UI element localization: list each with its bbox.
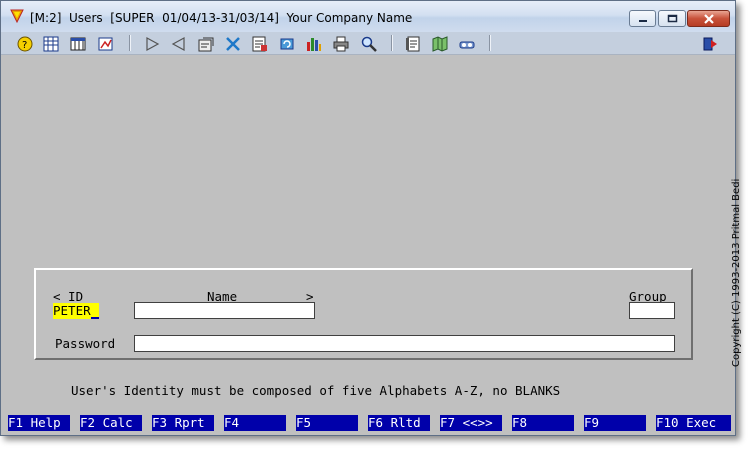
id-column-header: < ID (53, 289, 84, 304)
toolbar-separator (129, 35, 131, 51)
print-button[interactable] (332, 35, 350, 52)
copyright-text: Copyright (C) 1993-2013 Pritmal Bedi (731, 178, 742, 367)
refresh-icon (280, 38, 294, 49)
f10-execute-key[interactable]: F10 Exec (656, 415, 731, 431)
settings-icon (459, 41, 475, 48)
grid-icon (43, 36, 59, 51)
minimize-button[interactable] (629, 10, 656, 27)
status-message: User's Identity must be composed of five… (71, 383, 561, 398)
close-icon (703, 13, 714, 24)
table-button[interactable] (69, 35, 87, 52)
name-field[interactable] (134, 302, 315, 319)
tools-icon (226, 36, 240, 51)
window-title: [M:2] Users [SUPER 01/04/13-31/03/14] Yo… (30, 11, 413, 25)
help-button[interactable]: ? (16, 35, 34, 52)
find-icon (361, 36, 377, 52)
exit-icon (703, 37, 717, 50)
next-button[interactable] (143, 35, 161, 52)
refresh-button[interactable] (278, 35, 296, 52)
toolbar-separator (391, 35, 393, 51)
toolbar-separator (489, 35, 491, 51)
password-label: Password (55, 336, 116, 351)
f8-key[interactable]: F8 (512, 415, 574, 431)
properties-button[interactable] (197, 35, 215, 52)
print-icon (333, 36, 349, 51)
find-button[interactable] (360, 35, 378, 52)
bar-chart-icon (307, 37, 321, 51)
maximize-button[interactable] (658, 10, 686, 27)
text-cursor (91, 317, 99, 319)
edit-button[interactable] (251, 35, 269, 52)
f7-navigate-key[interactable]: F7 <<>> (440, 415, 502, 431)
exit-button[interactable] (701, 35, 719, 52)
notes-button[interactable] (404, 35, 422, 52)
map-button[interactable] (431, 35, 449, 52)
table-icon (70, 37, 86, 50)
notes-icon (406, 36, 420, 51)
report-button[interactable] (97, 35, 115, 52)
settings-button[interactable] (458, 35, 476, 52)
app-window: [M:2] Users [SUPER 01/04/13-31/03/14] Yo… (0, 0, 742, 436)
help-icon: ? (17, 36, 33, 51)
next-icon (146, 36, 160, 51)
toolbar: ? (1, 32, 735, 55)
properties-icon (198, 37, 214, 51)
f6-related-key[interactable]: F6 Rltd (368, 415, 430, 431)
grid-button[interactable] (42, 35, 60, 52)
f2-calc-key[interactable]: F2 Calc (80, 415, 142, 431)
app-logo-icon (10, 9, 24, 23)
svg-text:?: ? (22, 40, 27, 51)
edit-icon (252, 36, 267, 51)
f9-key[interactable]: F9 (584, 415, 646, 431)
close-button[interactable] (687, 10, 730, 27)
previous-button[interactable] (169, 35, 187, 52)
maximize-icon (667, 14, 677, 23)
f1-help-key[interactable]: F1 Help (8, 415, 70, 431)
function-key-bar: F1 Help F2 Calc F3 Rprt F4 F5 F6 Rltd F7… (8, 415, 735, 431)
title-bar[interactable]: [M:2] Users [SUPER 01/04/13-31/03/14] Yo… (1, 1, 735, 33)
map-icon (432, 35, 448, 52)
report-icon (98, 37, 113, 50)
previous-icon (171, 36, 185, 51)
f4-key[interactable]: F4 (224, 415, 286, 431)
password-field[interactable] (134, 335, 675, 352)
tools-button[interactable] (224, 35, 242, 52)
minimize-icon (638, 19, 647, 22)
f3-report-key[interactable]: F3 Rprt (152, 415, 214, 431)
f5-key[interactable]: F5 (296, 415, 358, 431)
client-area: < ID Name > Group PETER Password User's … (1, 55, 742, 435)
bar-chart-button[interactable] (305, 35, 323, 52)
group-field[interactable] (629, 302, 675, 319)
